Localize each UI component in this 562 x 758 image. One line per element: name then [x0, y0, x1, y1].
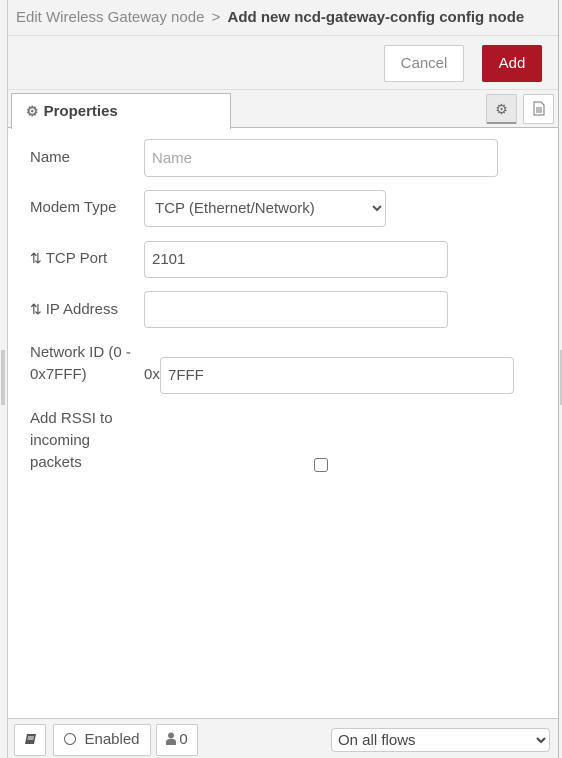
node-properties-button[interactable]: ⚙: [486, 94, 517, 124]
enabled-label: Enabled: [84, 731, 140, 748]
rssi-label-line1: Add RSSI to: [30, 410, 113, 427]
rssi-label-line3: packets: [30, 454, 82, 471]
users-count: 0: [179, 731, 188, 748]
tcp-port-label-text: TCP Port: [45, 250, 108, 267]
breadcrumb-current: Add new ncd-gateway-config config node: [227, 9, 525, 26]
node-help-button[interactable]: [14, 724, 46, 756]
tab-properties-label: Properties: [43, 103, 118, 120]
rssi-checkbox[interactable]: [314, 458, 328, 472]
scope-select[interactable]: On all flows: [331, 728, 550, 752]
user-icon: [166, 732, 177, 745]
edit-tray: Edit Wireless Gateway node > Add new ncd…: [8, 0, 559, 758]
resize-handle[interactable]: [1, 350, 5, 405]
shuffle-icon: ⇅: [30, 301, 42, 317]
network-id-label-line1: Network ID (0 -: [30, 344, 131, 361]
breadcrumb-previous[interactable]: Edit Wireless Gateway node: [16, 9, 204, 26]
enabled-toggle[interactable]: Enabled: [53, 724, 151, 756]
tab-properties[interactable]: ⚙ Properties: [11, 93, 231, 129]
tray-footer: Enabled 0 On all flows: [8, 718, 558, 758]
tcp-port-label: ⇅ TCP Port: [30, 247, 140, 270]
cancel-button[interactable]: Cancel: [384, 45, 464, 82]
add-button[interactable]: Add: [482, 45, 542, 82]
circle-icon: [64, 733, 77, 745]
modem-type-select[interactable]: TCP (Ethernet/Network): [144, 190, 386, 227]
rssi-label: Add RSSI to incoming packets: [30, 408, 140, 474]
breadcrumb-separator: >: [211, 9, 221, 26]
node-description-button[interactable]: [523, 94, 554, 124]
ip-address-label: ⇅ IP Address: [30, 298, 140, 321]
tray-toolbar: Cancel Add: [8, 36, 558, 90]
hex-prefix: 0x: [144, 366, 160, 383]
modem-type-label: Modem Type: [30, 199, 117, 216]
name-input[interactable]: [144, 139, 498, 177]
node-users-button[interactable]: 0: [156, 724, 198, 756]
name-label: Name: [30, 149, 71, 166]
ip-address-label-text: IP Address: [45, 301, 119, 318]
tcp-port-input[interactable]: [144, 241, 448, 278]
rssi-label-line2: incoming: [30, 432, 91, 449]
gear-icon: ⚙: [495, 101, 508, 117]
network-id-input[interactable]: [160, 357, 514, 394]
ip-address-input[interactable]: [144, 291, 448, 328]
network-id-label-line2: 0x7FFF): [30, 366, 87, 383]
breadcrumb: Edit Wireless Gateway node > Add new ncd…: [8, 0, 558, 36]
book-icon: [24, 734, 36, 744]
shuffle-icon: ⇅: [30, 250, 42, 266]
document-icon: [533, 101, 544, 116]
network-id-label: Network ID (0 - 0x7FFF): [30, 342, 140, 386]
gear-icon: ⚙: [26, 103, 39, 119]
tabs-row: ⚙ Properties ⚙: [8, 90, 558, 129]
